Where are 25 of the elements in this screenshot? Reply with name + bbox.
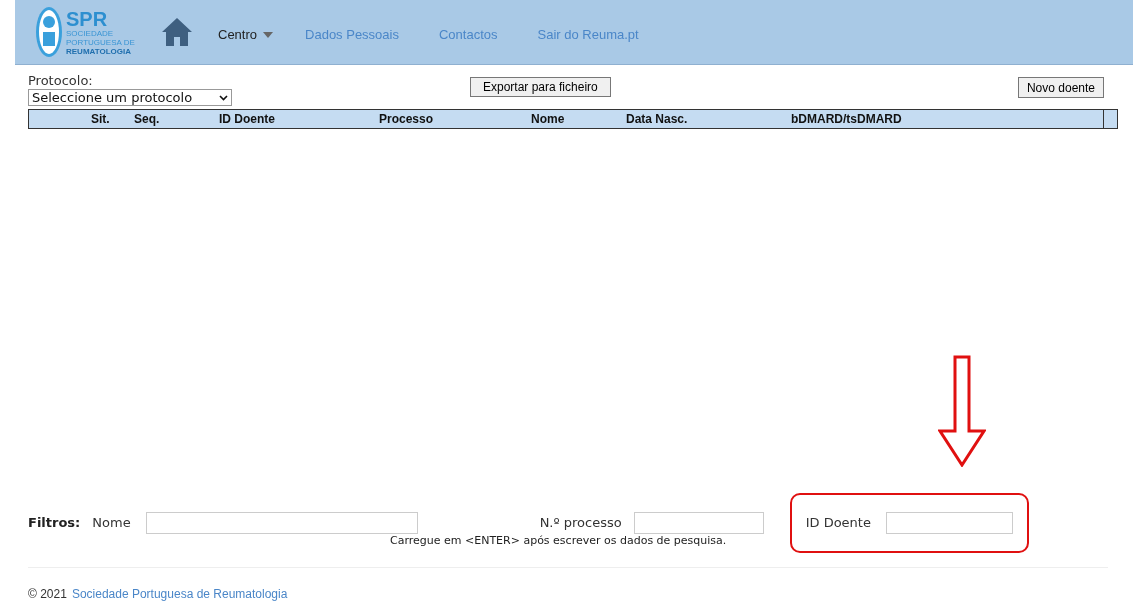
- column-header[interactable]: Data Nasc.: [626, 110, 688, 128]
- column-header[interactable]: Sit.: [91, 110, 110, 128]
- nav-menu[interactable]: Centro: [218, 25, 274, 45]
- filter-input[interactable]: [885, 512, 1013, 534]
- protocol-label: Protocolo:: [28, 73, 94, 89]
- copyright-text: © 2021: [28, 586, 67, 602]
- filter-input[interactable]: [145, 512, 418, 534]
- caret-icon: [263, 32, 274, 38]
- export-button[interactable]: Exportar para ficheiro: [470, 77, 611, 97]
- filters-label: Filtros:: [28, 514, 81, 533]
- filter-input[interactable]: [633, 512, 764, 534]
- filter-label: N.º processo: [539, 515, 622, 531]
- new-patient-button[interactable]: Novo doente: [1017, 77, 1104, 98]
- filter-label: Nome: [92, 515, 131, 531]
- column-header[interactable]: bDMARD/tsDMARD: [791, 110, 902, 128]
- column-header[interactable]: Processo: [379, 110, 434, 128]
- column-header[interactable]: ID Doente: [219, 110, 275, 128]
- column-header[interactable]: Nome: [531, 110, 565, 128]
- column-header[interactable]: Seq.: [134, 110, 160, 128]
- protocol-select[interactable]: Seleccione um protocolo: [28, 89, 232, 106]
- home-icon[interactable]: [160, 15, 194, 49]
- search-hint: Carregue em <ENTER> após escrever os dados de pesquisa.: [390, 534, 727, 548]
- footer-link[interactable]: Sociedade Portuguesa de Reumatologia: [71, 585, 288, 602]
- chevron-icon: [219, 94, 228, 101]
- filter-label: ID Doente: [805, 515, 871, 531]
